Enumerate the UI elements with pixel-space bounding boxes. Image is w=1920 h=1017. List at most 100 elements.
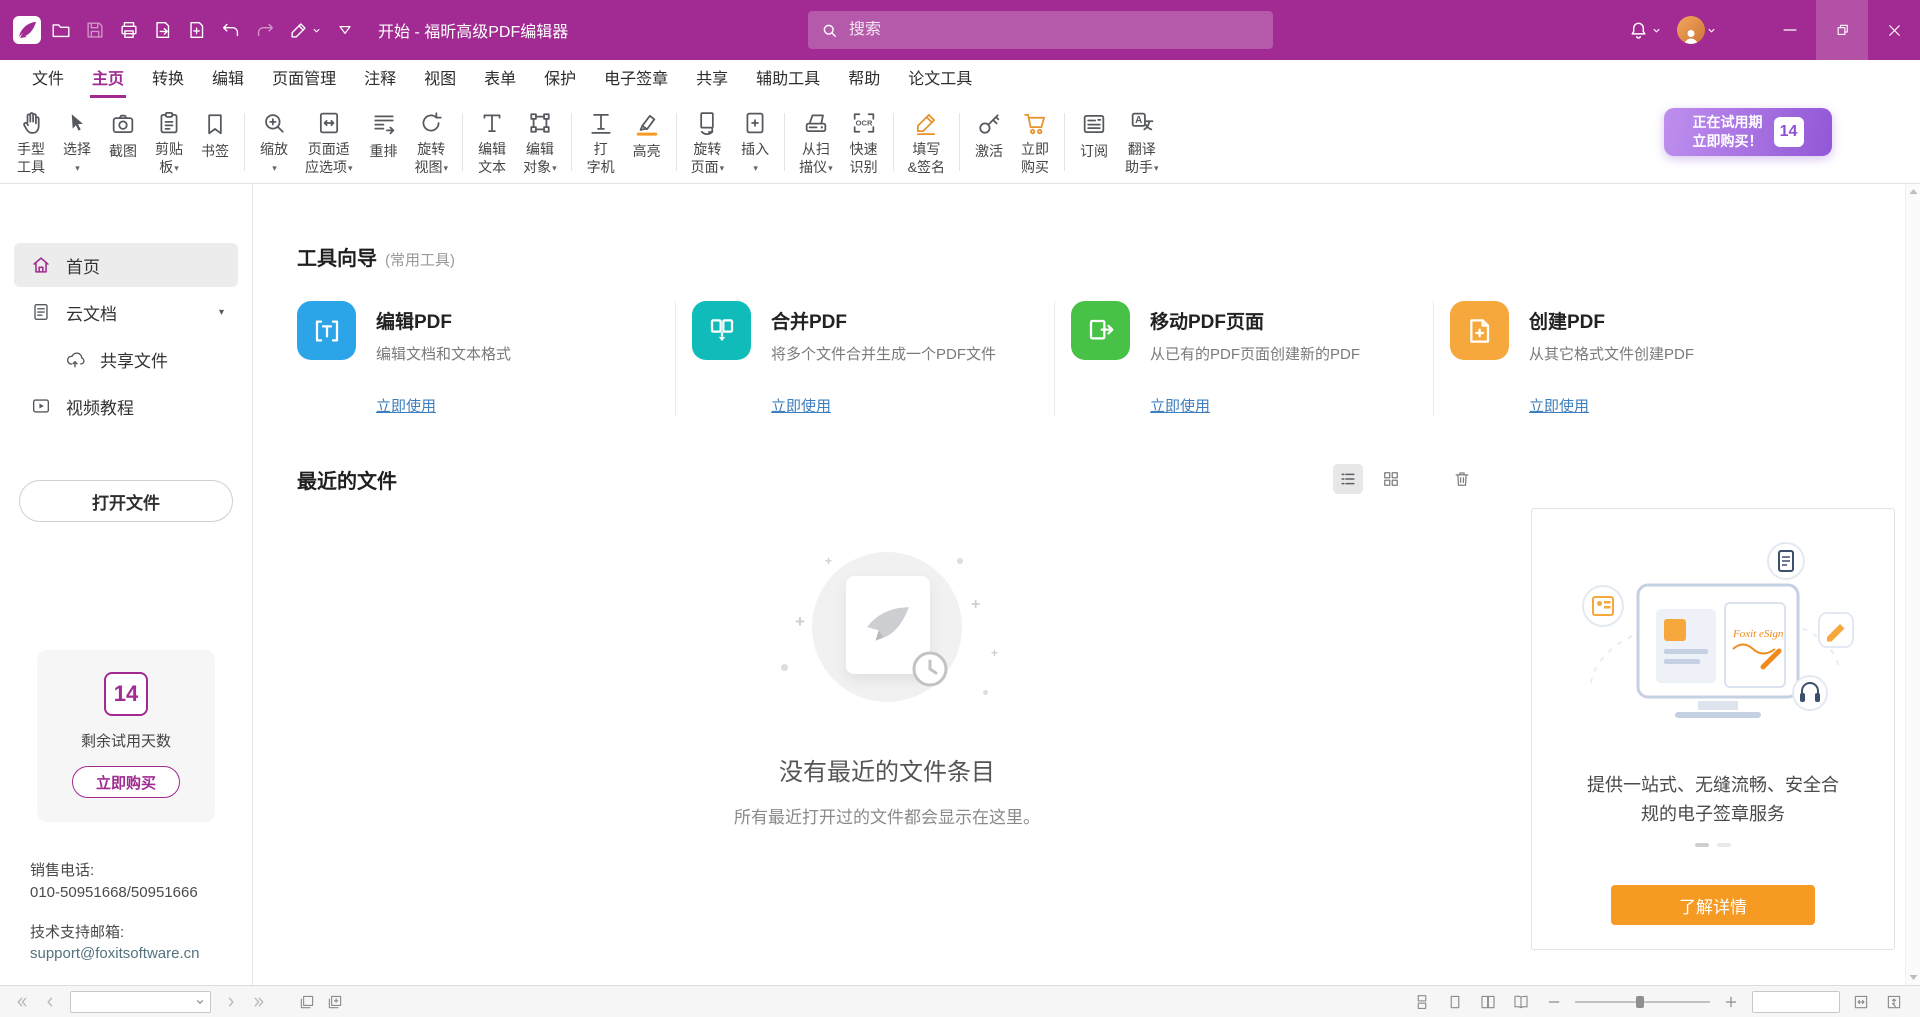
tool-edit-text[interactable]: 编辑文本 xyxy=(469,105,515,179)
previous-page-button[interactable] xyxy=(38,990,62,1014)
scroll-down-icon[interactable] xyxy=(1909,974,1918,981)
menu-item-12[interactable]: 帮助 xyxy=(834,57,894,98)
first-page-button[interactable] xyxy=(10,990,34,1014)
clipboard-copy-button[interactable] xyxy=(323,990,347,1014)
use-now-link[interactable]: 立即使用 xyxy=(1529,395,1589,416)
zoom-slider[interactable] xyxy=(1575,994,1710,1010)
tool-reflow[interactable]: 重排 xyxy=(361,105,407,179)
use-now-link[interactable]: 立即使用 xyxy=(1150,395,1210,416)
facing-view-button[interactable] xyxy=(1476,990,1500,1014)
notifications-button[interactable] xyxy=(1627,19,1663,42)
learn-more-button[interactable]: 了解详情 xyxy=(1611,885,1815,925)
tool-card-create-pdf[interactable]: 创建PDF 从其它格式文件创建PDF 立即使用 xyxy=(1434,301,1813,416)
global-search-input[interactable] xyxy=(849,21,1261,39)
create-pdf-icon[interactable] xyxy=(180,13,214,47)
page-number-input[interactable] xyxy=(75,994,194,1009)
zoom-percent-box[interactable] xyxy=(1752,991,1840,1013)
trial-upgrade-badge[interactable]: 正在试用期 立即购买！ 14 xyxy=(1664,108,1832,156)
esign-tool-button[interactable] xyxy=(282,13,328,47)
tool-select[interactable]: 选择▾ xyxy=(54,105,100,179)
tool-rotate-view[interactable]: 旋转视图▾ xyxy=(407,105,457,179)
global-search-box[interactable] xyxy=(808,11,1273,49)
vertical-scrollbar[interactable] xyxy=(1905,184,1920,985)
menu-item-3[interactable]: 编辑 xyxy=(198,57,258,98)
chevron-down-icon[interactable] xyxy=(194,996,206,1008)
account-button[interactable] xyxy=(1677,16,1718,44)
last-page-button[interactable] xyxy=(247,990,271,1014)
tool-insert[interactable]: 插入▾ xyxy=(732,105,778,179)
use-now-link[interactable]: 立即使用 xyxy=(376,395,436,416)
scroll-up-icon[interactable] xyxy=(1909,188,1918,195)
menu-item-4[interactable]: 页面管理 xyxy=(258,57,350,98)
fit-width-button[interactable] xyxy=(1849,990,1873,1014)
tool-card-edit-pdf[interactable]: 编辑PDF 编辑文档和文本格式 立即使用 xyxy=(297,301,676,416)
menu-item-10[interactable]: 共享 xyxy=(682,57,742,98)
sidebar-item-shared-files[interactable]: 共享文件 xyxy=(14,337,238,381)
tool-buy[interactable]: 立即购买 xyxy=(1012,105,1058,179)
page-number-box[interactable] xyxy=(70,991,211,1013)
tool-highlight[interactable]: 高亮 xyxy=(624,105,670,179)
menu-item-9[interactable]: 电子签章 xyxy=(590,57,682,98)
restore-button[interactable] xyxy=(1816,0,1868,60)
sidebar-item-video-tutorials[interactable]: 视频教程 xyxy=(14,384,238,428)
tool-hand[interactable]: 手型工具 xyxy=(8,105,54,179)
tool-clipboard[interactable]: 剪贴板▾ xyxy=(146,105,192,179)
menu-item-0[interactable]: 文件 xyxy=(18,57,78,98)
menu-item-7[interactable]: 表单 xyxy=(470,57,530,98)
tool-fill-sign[interactable]: 填写&签名 xyxy=(900,105,953,179)
tool-snapshot[interactable]: 截图 xyxy=(100,105,146,179)
minimize-button[interactable] xyxy=(1764,0,1816,60)
tool-ocr[interactable]: OCR快速识别 xyxy=(841,105,887,179)
zoom-slider-thumb[interactable] xyxy=(1636,996,1644,1008)
sidebar-item-home[interactable]: 首页 xyxy=(14,243,238,287)
buy-now-button[interactable]: 立即购买 xyxy=(72,766,180,798)
open-file-button[interactable]: 打开文件 xyxy=(19,480,233,522)
single-page-view-button[interactable] xyxy=(1443,990,1467,1014)
tool-fit-page[interactable]: 页面适应选项▾ xyxy=(297,105,361,179)
undo-icon[interactable] xyxy=(214,13,248,47)
menu-item-11[interactable]: 辅助工具 xyxy=(742,57,834,98)
grid-view-button[interactable] xyxy=(1376,464,1406,494)
menu-item-2[interactable]: 转换 xyxy=(138,57,198,98)
tool-rotate-page[interactable]: 旋转页面▾ xyxy=(683,105,733,179)
carousel-dot[interactable] xyxy=(1717,843,1731,847)
quick-access-menu-icon[interactable] xyxy=(328,13,362,47)
edit-object-icon xyxy=(526,107,554,139)
open-file-icon[interactable] xyxy=(44,13,78,47)
menu-item-5[interactable]: 注释 xyxy=(350,57,410,98)
carousel-dot[interactable] xyxy=(1695,843,1709,847)
tool-card-merge-pdf[interactable]: 合并PDF 将多个文件合并生成一个PDF文件 立即使用 xyxy=(676,301,1055,416)
tool-subscribe[interactable]: 订阅 xyxy=(1071,105,1117,179)
tool-scanner[interactable]: 从扫描仪▾ xyxy=(791,105,841,179)
zoom-percent-input[interactable] xyxy=(1757,994,1835,1009)
print-icon[interactable] xyxy=(112,13,146,47)
zoom-in-button[interactable] xyxy=(1719,990,1743,1014)
tool-zoom[interactable]: 缩放▾ xyxy=(251,105,297,179)
menu-item-1[interactable]: 主页 xyxy=(78,57,138,98)
zoom-out-button[interactable] xyxy=(1542,990,1566,1014)
menu-item-13[interactable]: 论文工具 xyxy=(894,57,986,98)
tool-card-move-pdf[interactable]: 移动PDF页面 从已有的PDF页面创建新的PDF 立即使用 xyxy=(1055,301,1434,416)
fit-page-button[interactable] xyxy=(1882,990,1906,1014)
tool-typewriter[interactable]: 打字机 xyxy=(578,105,624,179)
save-icon[interactable] xyxy=(78,13,112,47)
tool-activate[interactable]: 激活 xyxy=(966,105,1012,179)
use-now-link[interactable]: 立即使用 xyxy=(771,395,831,416)
snapshot-button[interactable] xyxy=(295,990,319,1014)
export-pdf-icon[interactable] xyxy=(146,13,180,47)
tool-translate[interactable]: A翻译助手▾ xyxy=(1117,105,1167,179)
sidebar-item-cloud-docs[interactable]: 云文档 ▾ xyxy=(14,290,238,334)
next-page-button[interactable] xyxy=(219,990,243,1014)
menu-item-8[interactable]: 保护 xyxy=(530,57,590,98)
book-view-button[interactable] xyxy=(1509,990,1533,1014)
menu-item-6[interactable]: 视图 xyxy=(410,57,470,98)
tool-edit-object[interactable]: 编辑对象▾ xyxy=(515,105,565,179)
redo-icon[interactable] xyxy=(248,13,282,47)
clear-recent-button[interactable] xyxy=(1447,464,1477,494)
support-email-link[interactable]: support@foxitsoftware.cn xyxy=(30,943,199,965)
list-view-button[interactable] xyxy=(1333,464,1363,494)
continuous-view-button[interactable] xyxy=(1410,990,1434,1014)
tool-bookmark[interactable]: 书签 xyxy=(192,105,238,179)
close-button[interactable] xyxy=(1868,0,1920,60)
tool-label: 插入▾ xyxy=(741,141,769,177)
